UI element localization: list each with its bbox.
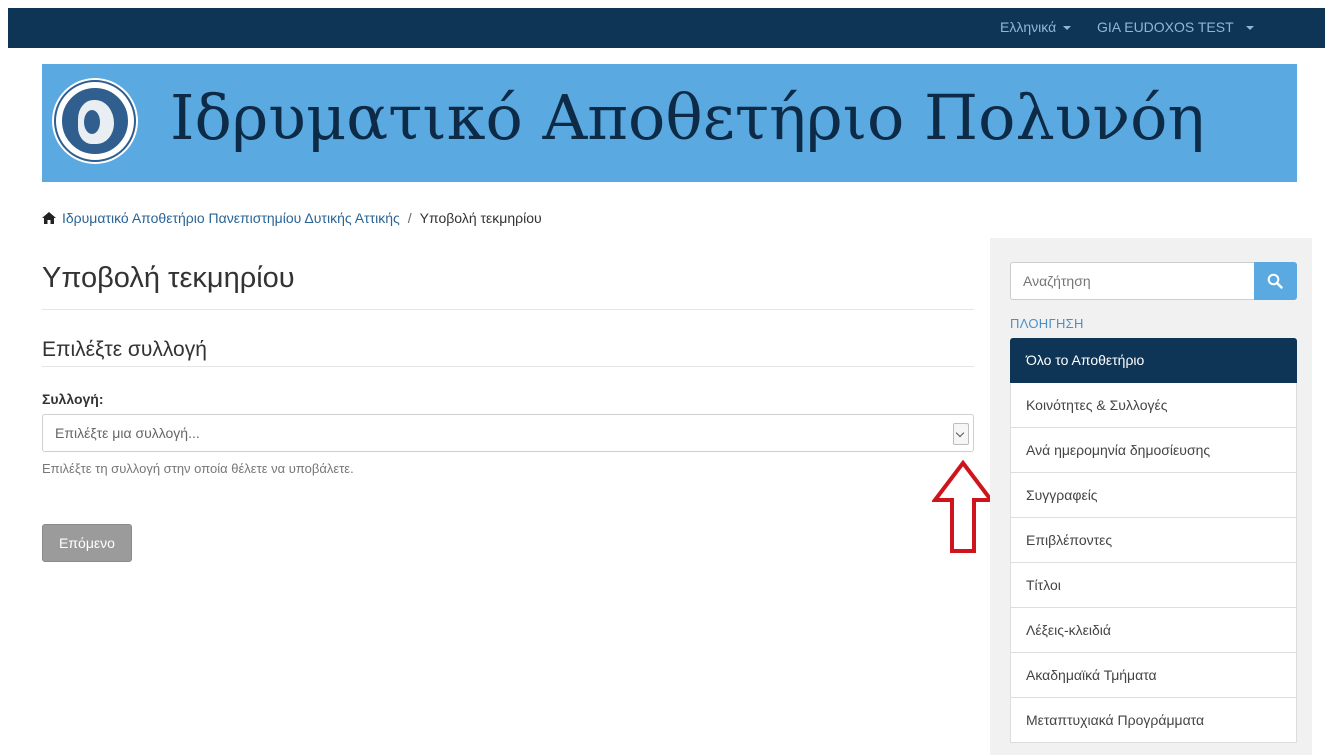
site-banner[interactable]: Ιδρυματικό Αποθετήριο Πολυνόη bbox=[42, 64, 1297, 182]
breadcrumb-current: Υποβολή τεκμηρίου bbox=[419, 210, 542, 226]
caret-down-icon bbox=[1245, 26, 1254, 31]
browse-item-titles[interactable]: Τίτλοι bbox=[1010, 563, 1297, 608]
browse-item-supervisors[interactable]: Επιβλέποντες bbox=[1010, 518, 1297, 563]
breadcrumb: Ιδρυματικό Αποθετήριο Πανεπιστημίου Δυτι… bbox=[42, 210, 542, 226]
browse-item-whole-repository[interactable]: Όλο το Αποθετήριο bbox=[1010, 338, 1297, 383]
browse-item-academic-departments[interactable]: Ακαδημαϊκά Τμήματα bbox=[1010, 653, 1297, 698]
user-menu[interactable]: GIA EUDOXOS TEST bbox=[1097, 8, 1254, 48]
browse-heading: ΠΛΟΗΓΗΣΗ bbox=[1010, 316, 1084, 331]
red-arrow-up-icon bbox=[932, 460, 994, 553]
section-title: Επιλέξτε συλλογή bbox=[42, 338, 207, 361]
collection-select-value: Επιλέξτε μια συλλογή... bbox=[55, 425, 200, 441]
next-button[interactable]: Επόμενο bbox=[42, 524, 132, 562]
browse-list: Όλο το Αποθετήριο Κοινότητες & Συλλογές … bbox=[1010, 338, 1297, 743]
browse-item-by-issue-date[interactable]: Ανά ημερομηνία δημοσίευσης bbox=[1010, 428, 1297, 473]
user-menu-label: GIA EUDOXOS TEST bbox=[1097, 19, 1234, 35]
collection-select[interactable]: Επιλέξτε μια συλλογή... bbox=[42, 414, 974, 452]
collection-field-label: Συλλογή: bbox=[42, 391, 104, 407]
browse-item-communities-collections[interactable]: Κοινότητες & Συλλογές bbox=[1010, 383, 1297, 428]
browse-item-postgraduate-programs[interactable]: Μεταπτυχιακά Προγράμματα bbox=[1010, 698, 1297, 743]
search-button[interactable] bbox=[1254, 262, 1297, 300]
divider bbox=[42, 366, 974, 367]
top-navbar: Ελληνικά GIA EUDOXOS TEST bbox=[8, 8, 1325, 48]
search-icon bbox=[1267, 273, 1283, 289]
breadcrumb-separator: / bbox=[407, 210, 412, 226]
page-title: Υποβολή τεκμηρίου bbox=[42, 262, 295, 294]
language-menu[interactable]: Ελληνικά bbox=[1000, 8, 1072, 48]
browse-item-authors[interactable]: Συγγραφείς bbox=[1010, 473, 1297, 518]
search-input[interactable] bbox=[1010, 262, 1254, 300]
chevron-down-icon[interactable] bbox=[953, 423, 969, 445]
banner-title: Ιδρυματικό Αποθετήριο Πολυνόη bbox=[170, 81, 1205, 154]
divider bbox=[42, 309, 974, 310]
browse-item-keywords[interactable]: Λέξεις-κλειδιά bbox=[1010, 608, 1297, 653]
collection-help-text: Επιλέξτε τη συλλογή στην οποία θέλετε να… bbox=[42, 461, 354, 476]
language-menu-label: Ελληνικά bbox=[1000, 19, 1057, 35]
home-icon bbox=[42, 212, 56, 224]
breadcrumb-home-link[interactable]: Ιδρυματικό Αποθετήριο Πανεπιστημίου Δυτι… bbox=[62, 210, 400, 226]
university-seal-logo bbox=[52, 78, 138, 164]
caret-down-icon bbox=[1063, 26, 1072, 31]
